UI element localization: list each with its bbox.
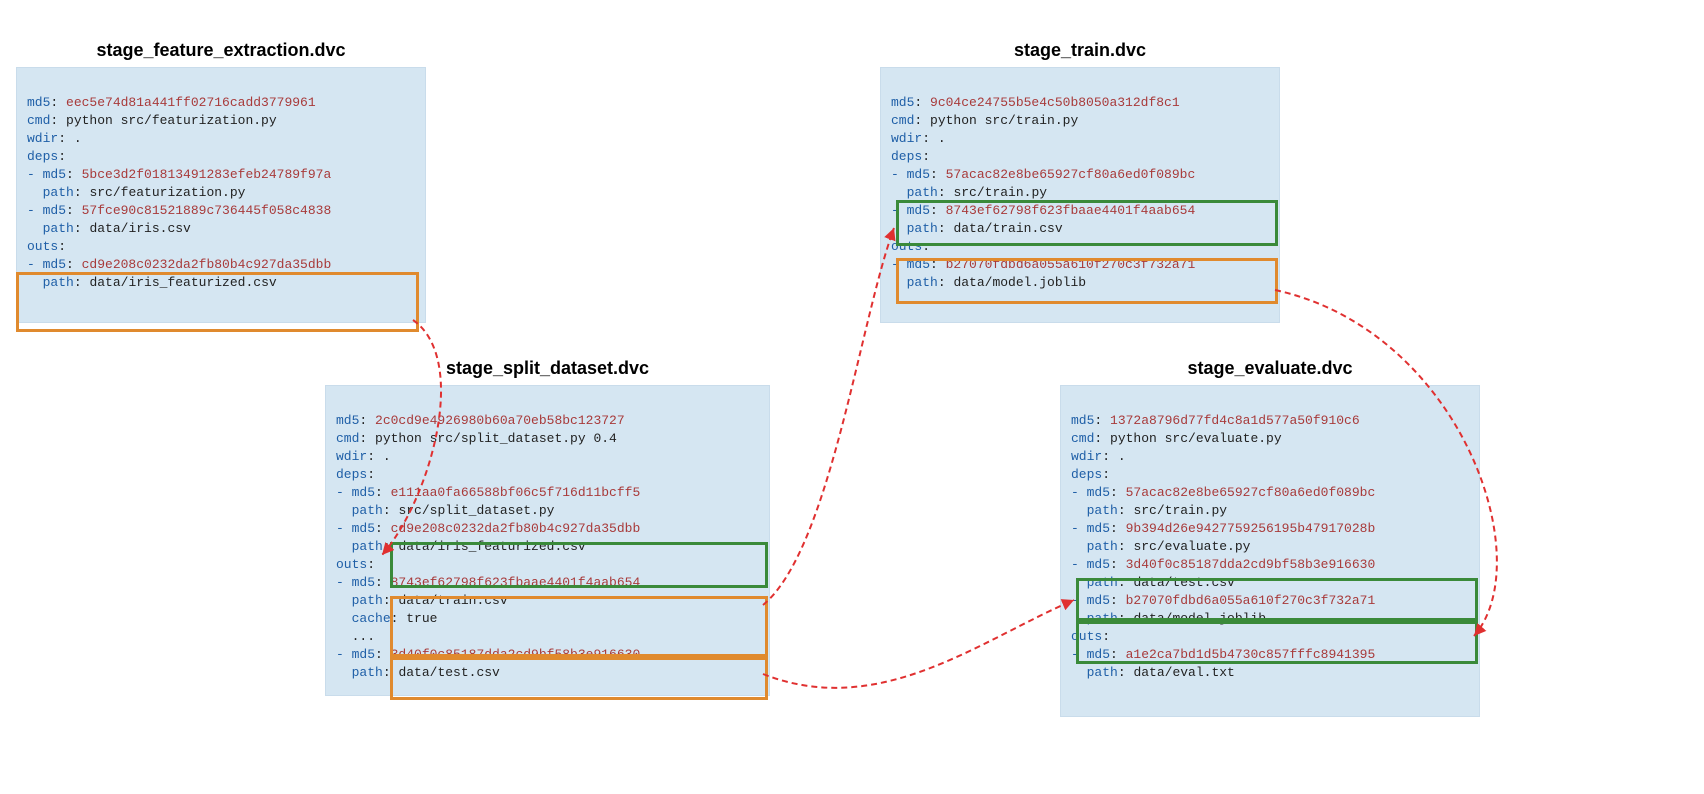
code-box: md5: 9c04ce24755b5e4c50b8050a312df8c1 cm…	[880, 67, 1280, 323]
stage-title: stage_split_dataset.dvc	[325, 358, 770, 379]
stage-title: stage_feature_extraction.dvc	[16, 40, 426, 61]
stage-train: stage_train.dvc md5: 9c04ce24755b5e4c50b…	[880, 40, 1280, 323]
stage-title: stage_evaluate.dvc	[1060, 358, 1480, 379]
stage-title: stage_train.dvc	[880, 40, 1280, 61]
code-box: md5: eec5e74d81a441ff02716cadd3779961 cm…	[16, 67, 426, 323]
arrow-split-to-eval	[763, 600, 1074, 688]
stage-evaluate: stage_evaluate.dvc md5: 1372a8796d77fd4c…	[1060, 358, 1480, 717]
stage-feature-extraction: stage_feature_extraction.dvc md5: eec5e7…	[16, 40, 426, 323]
code-box: md5: 2c0cd9e4926980b60a70eb58bc123727 cm…	[325, 385, 770, 696]
stage-split-dataset: stage_split_dataset.dvc md5: 2c0cd9e4926…	[325, 358, 770, 696]
arrow-split-to-train	[763, 228, 894, 605]
code-box: md5: 1372a8796d77fd4c8a1d577a50f910c6 cm…	[1060, 385, 1480, 717]
